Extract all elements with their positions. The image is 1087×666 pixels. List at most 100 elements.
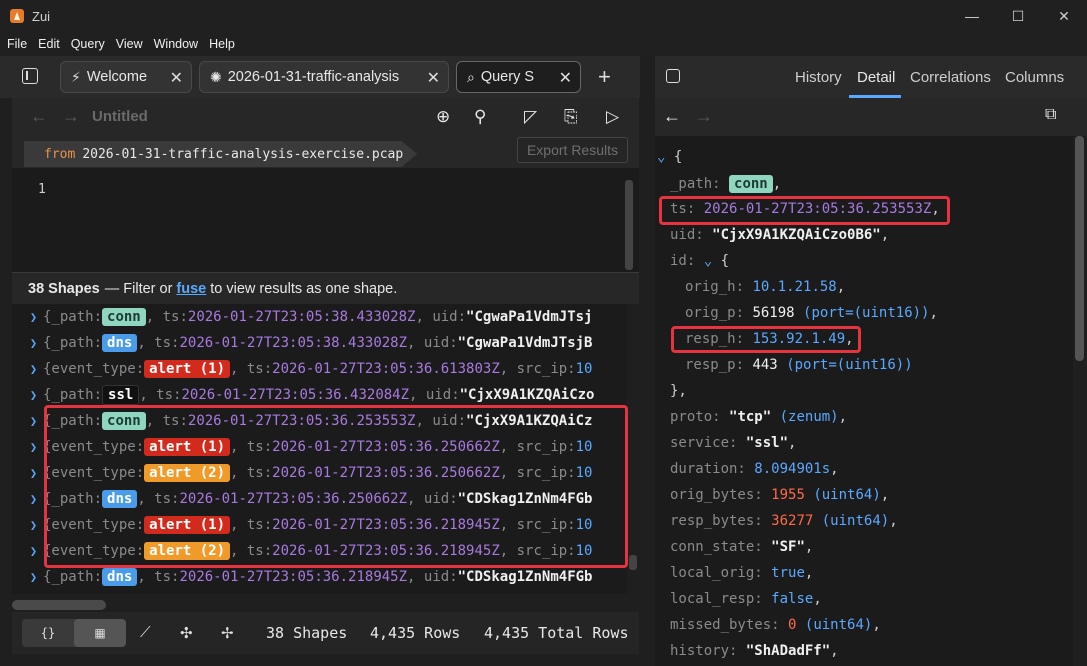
local-orig-value[interactable]: true [771, 565, 805, 581]
missed-bytes-value[interactable]: 0 [788, 617, 796, 633]
tab-query-session[interactable]: ⌕ Query S ✕ [456, 61, 581, 93]
row-tail-value[interactable]: "CgwaPa1VdmJTsjB [458, 335, 593, 351]
toggle-right-sidebar-icon[interactable] [666, 69, 680, 83]
maximize-button[interactable]: ☐ [995, 0, 1041, 32]
result-row[interactable]: ❯ {_path: dns, ts: 2026-01-27T23:05:38.43… [12, 330, 627, 356]
close-tab-icon[interactable]: ✕ [422, 68, 440, 88]
row-tail-value[interactable]: "CgwaPa1VdmJTsj [466, 309, 592, 325]
table-view-button[interactable]: ▦ [74, 619, 126, 647]
expand-chevron-icon[interactable]: ❯ [24, 544, 43, 558]
menu-query[interactable]: Query [71, 37, 105, 51]
row-tail-value[interactable]: 10 [576, 361, 593, 377]
menu-edit[interactable]: Edit [38, 37, 60, 51]
menu-view[interactable]: View [116, 37, 143, 51]
orig-p-value[interactable]: 56198 [752, 305, 794, 321]
editor-toolbar: ← → Untitled ⊕ ⚲ ◸ ⎘ ▷ [12, 98, 639, 138]
proto-value[interactable]: "tcp" [729, 409, 771, 425]
new-tab-button[interactable]: + [598, 64, 611, 90]
result-row[interactable]: ❯ {event_type: alert (1), ts: 2026-01-27T… [12, 356, 627, 382]
export-results-button[interactable]: Export Results [517, 137, 628, 163]
orig-bytes-value[interactable]: 1955 [771, 487, 805, 503]
expand-chevron-icon[interactable]: ❯ [24, 466, 43, 480]
row-badge[interactable]: alert (1) [144, 360, 231, 378]
chart-icon[interactable]: ⟋ [140, 624, 151, 641]
orig-h-value[interactable]: 10.1.21.58 [752, 279, 836, 295]
row-ts-value[interactable]: 2026-01-27T23:05:36.432084Z [181, 387, 409, 403]
editor-scrollbar[interactable] [625, 180, 633, 270]
duration-value[interactable]: 8.094901s [754, 461, 830, 477]
back-arrow-icon[interactable]: ← [30, 106, 48, 127]
expand-chevron-icon[interactable]: ❯ [24, 414, 43, 428]
export-file-icon[interactable]: ⎘ [564, 107, 578, 127]
result-row[interactable]: ❯ {_path: conn, ts: 2026-01-27T23:05:38.4… [12, 304, 627, 330]
expand-chevron-icon[interactable]: ❯ [24, 310, 43, 324]
uid-value[interactable]: "CjxX9A1KZQAiCzo0B6" [712, 227, 881, 243]
braces-icon: {} [40, 626, 56, 640]
row-badge[interactable]: conn [102, 308, 146, 326]
query-editor[interactable]: 1 [12, 168, 639, 272]
row-ts-value[interactable]: 2026-01-27T23:05:36.218945Z [179, 569, 407, 585]
tab-label: Welcome [86, 69, 148, 85]
expand-chevron-icon[interactable]: ❯ [24, 518, 43, 532]
row-badge[interactable]: ssl [102, 385, 140, 405]
field-key: resp_p: [685, 357, 745, 373]
field-key: conn_state: [670, 539, 763, 555]
forward-arrow-icon[interactable]: → [695, 106, 713, 127]
tab-welcome[interactable]: ⚡ Welcome ✕ [60, 61, 192, 93]
library-icon[interactable]: ◸ [524, 107, 537, 127]
run-query-icon[interactable]: ▷ [606, 107, 619, 127]
minimize-button[interactable]: — [949, 0, 995, 32]
back-arrow-icon[interactable]: ← [663, 106, 681, 127]
results-vertical-scrollbar[interactable] [629, 555, 637, 570]
collapse-icon[interactable]: ✢ [221, 624, 234, 642]
toggle-left-sidebar-icon[interactable] [22, 68, 38, 84]
expand-chevron-icon[interactable]: ❯ [24, 388, 43, 402]
from-pin[interactable]: from 2026-01-31-traffic-analysis-exercis… [24, 141, 418, 167]
add-circle-icon[interactable]: ⊕ [436, 107, 450, 127]
tab-columns[interactable]: Columns [1005, 69, 1064, 86]
tab-correlations[interactable]: Correlations [910, 69, 991, 86]
row-ts-value[interactable]: 2026-01-27T23:05:38.433028Z [179, 335, 407, 351]
menu-window[interactable]: Window [154, 37, 198, 51]
expand-chevron-icon[interactable]: ❯ [24, 336, 43, 350]
forward-arrow-icon[interactable]: → [62, 106, 80, 127]
detail-nav: ← → ⧉ [655, 98, 1087, 136]
tab-pool[interactable]: ✺ 2026-01-31-traffic-analysis ✕ [199, 61, 449, 93]
close-window-button[interactable]: ✕ [1041, 0, 1087, 32]
path-badge[interactable]: conn [729, 175, 773, 193]
row-badge[interactable]: dns [102, 568, 138, 586]
local-resp-value[interactable]: false [771, 591, 813, 607]
title-bar: Zui — ☐ ✕ [0, 0, 1087, 32]
fuse-link[interactable]: fuse [176, 281, 206, 297]
tab-history[interactable]: History [795, 69, 842, 86]
resp-p-value[interactable]: 443 [752, 357, 777, 373]
history-value[interactable]: "ShADadFf" [746, 643, 830, 659]
conn-state-value[interactable]: "SF" [771, 539, 805, 555]
expand-chevron-icon[interactable]: ❯ [24, 362, 43, 376]
expand-chevron-icon[interactable]: ❯ [24, 440, 43, 454]
open-external-icon[interactable]: ⧉ [1045, 106, 1056, 124]
row-badge[interactable]: dns [102, 334, 138, 352]
expand-chevron-icon[interactable]: ❯ [24, 570, 43, 584]
collapse-chevron-icon[interactable]: ⌄ [657, 149, 674, 165]
inspector-view-button[interactable]: {} [22, 619, 74, 647]
close-tab-icon[interactable]: ✕ [554, 68, 572, 88]
close-tab-icon[interactable]: ✕ [165, 68, 183, 88]
menu-file[interactable]: File [7, 37, 27, 51]
menu-help[interactable]: Help [209, 37, 235, 51]
detail-scrollbar[interactable] [1075, 136, 1084, 361]
row-ts-value[interactable]: 2026-01-27T23:05:38.433028Z [188, 309, 416, 325]
results-header-text: — Filter or [104, 280, 173, 297]
query-title[interactable]: Untitled [92, 108, 148, 125]
row-tail-value[interactable]: "CDSkag1ZnNm4FGb [458, 569, 593, 585]
row-ts-value[interactable]: 2026-01-27T23:05:36.613803Z [272, 361, 500, 377]
row-tail-value[interactable]: "CjxX9A1KZQAiCzo [460, 387, 595, 403]
results-horizontal-scrollbar[interactable] [12, 600, 106, 610]
collapse-chevron-icon[interactable]: ⌄ [704, 253, 712, 269]
service-value[interactable]: "ssl" [746, 435, 788, 451]
resp-bytes-value[interactable]: 36277 [771, 513, 813, 529]
expand-icon[interactable]: ✣ [180, 624, 193, 642]
expand-chevron-icon[interactable]: ❯ [24, 492, 43, 506]
pin-icon[interactable]: ⚲ [474, 107, 486, 127]
tab-detail[interactable]: Detail [857, 69, 895, 86]
